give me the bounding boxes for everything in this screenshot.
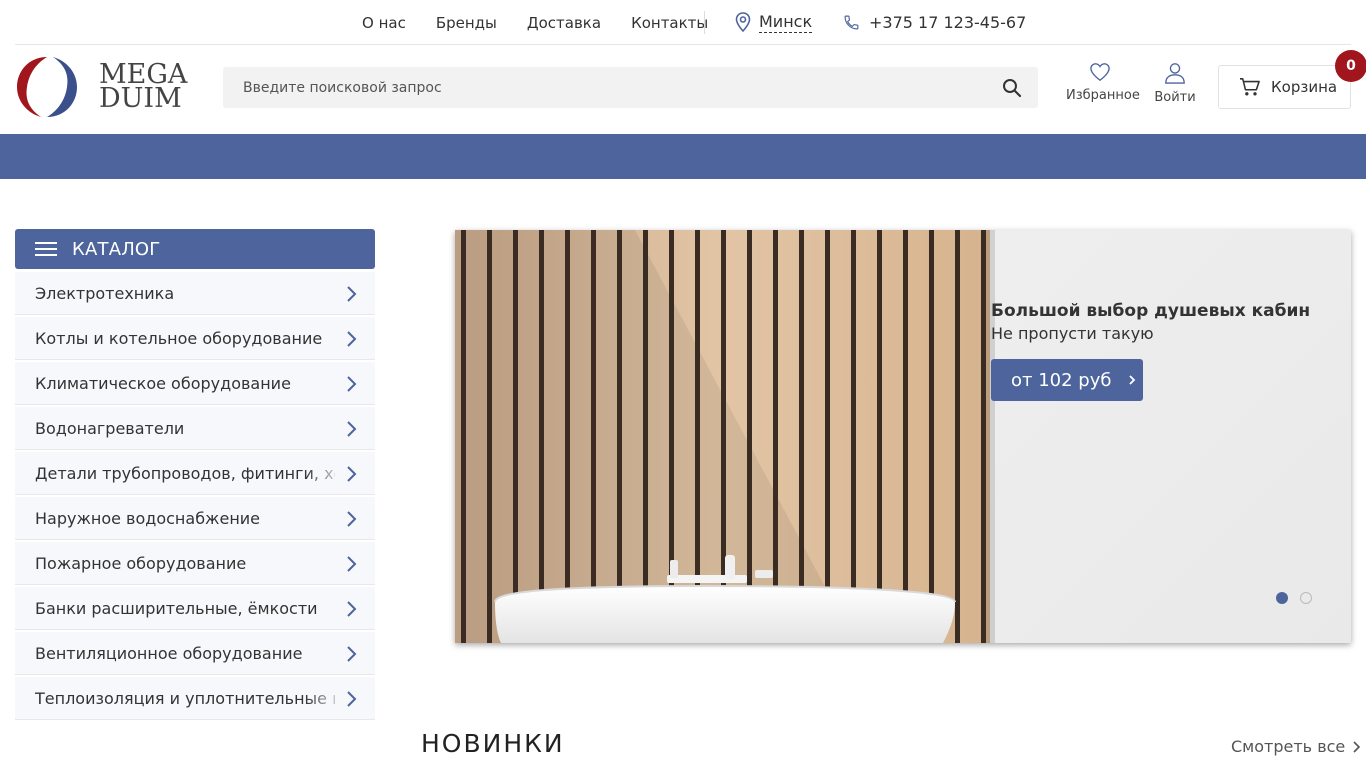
- banner-image: [455, 230, 995, 643]
- chevron-right-icon: [347, 466, 357, 482]
- chevron-right-icon: [347, 556, 357, 572]
- catalog-item-label: Водонагреватели: [35, 418, 185, 438]
- nav-link-contacts[interactable]: Контакты: [631, 14, 708, 32]
- section-title-new: НОВИНКИ: [421, 729, 565, 758]
- catalog-item-label: Банки расширительные, ёмкости: [35, 598, 318, 618]
- menu-icon: [35, 242, 57, 256]
- top-nav: О нас Бренды Доставка Контакты: [362, 0, 738, 45]
- slider-dot-1[interactable]: [1276, 592, 1288, 604]
- search-input[interactable]: [223, 67, 983, 108]
- catalog-item-label: Пожарное оборудование: [35, 553, 247, 573]
- site-logo[interactable]: MEGA DUIM: [15, 54, 195, 120]
- catalog-item-pipe-fittings[interactable]: Детали трубопроводов, фитинги, хомуты: [15, 452, 375, 495]
- banner-subtitle: Не пропусти такую: [991, 324, 1154, 343]
- cart-icon: [1240, 78, 1260, 96]
- chevron-right-icon: [347, 646, 357, 662]
- city-name[interactable]: Минск: [759, 12, 813, 33]
- catalog-title: КАТАЛОГ: [72, 238, 161, 260]
- logo-line-2: DUIM: [99, 83, 182, 114]
- catalog-list: Электротехника Котлы и котельное оборудо…: [15, 272, 375, 722]
- favorites-label: Избранное: [1066, 88, 1140, 103]
- divider: [704, 11, 705, 34]
- nav-link-delivery[interactable]: Доставка: [527, 14, 601, 32]
- catalog-item-label: Климатическое оборудование: [35, 373, 291, 393]
- phone-number[interactable]: +375 17 123-45-67: [869, 13, 1026, 32]
- heart-icon: [1090, 63, 1110, 82]
- search-icon[interactable]: [1002, 78, 1022, 98]
- cart-button[interactable]: Корзина: [1218, 65, 1351, 109]
- catalog-item-label: Теплоизоляция и уплотнительные материалы: [35, 688, 335, 708]
- catalog-item-ventilation[interactable]: Вентиляционное оборудование: [15, 632, 375, 675]
- cart-label: Корзина: [1271, 78, 1338, 96]
- chevron-right-icon: [347, 331, 357, 347]
- city-selector[interactable]: Минск: [735, 10, 813, 34]
- catalog-item-water-heaters[interactable]: Водонагреватели: [15, 407, 375, 450]
- logo-mark-icon: [17, 57, 77, 117]
- banner-title: Большой выбор душевых кабин: [991, 301, 1311, 321]
- chevron-right-icon: [347, 511, 357, 527]
- login-label: Войти: [1154, 90, 1196, 105]
- banner-cta-button[interactable]: от 102 руб: [991, 359, 1143, 401]
- nav-link-brands[interactable]: Бренды: [436, 14, 497, 32]
- chevron-right-icon: [347, 421, 357, 437]
- promo-banner[interactable]: Большой выбор душевых кабин Не пропусти …: [455, 230, 1351, 643]
- top-bar: О нас Бренды Доставка Контакты Минск +37…: [15, 0, 1351, 45]
- main-menu-bar: [0, 134, 1366, 179]
- user-icon: [1165, 63, 1185, 84]
- catalog-item-outdoor-water[interactable]: Наружное водоснабжение: [15, 497, 375, 540]
- catalog-item-boilers[interactable]: Котлы и котельное оборудование: [15, 317, 375, 360]
- text-fade: [305, 452, 345, 494]
- chevron-right-icon: [347, 286, 357, 302]
- chevron-right-icon: [347, 376, 357, 392]
- catalog-item-electrical[interactable]: Электротехника: [15, 272, 375, 315]
- chevron-right-icon: [347, 601, 357, 617]
- see-all-link[interactable]: Смотреть все: [1231, 737, 1363, 756]
- phone-link[interactable]: +375 17 123-45-67: [843, 10, 1026, 34]
- login-button[interactable]: Войти: [1150, 62, 1200, 105]
- catalog-item-label: Электротехника: [35, 283, 175, 303]
- catalog-item-label: Наружное водоснабжение: [35, 508, 261, 528]
- search-bar: [223, 67, 1038, 108]
- catalog-item-expansion-tanks[interactable]: Банки расширительные, ёмкости: [15, 587, 375, 630]
- catalog-header[interactable]: КАТАЛОГ: [15, 229, 375, 269]
- catalog-item-label: Детали трубопроводов, фитинги, хомуты: [35, 463, 335, 483]
- location-pin-icon: [735, 12, 751, 32]
- slider-dot-2[interactable]: [1300, 592, 1312, 604]
- cart-count-badge: 0: [1335, 50, 1366, 82]
- logo-wordmark: MEGA DUIM: [99, 61, 187, 114]
- catalog-item-label: Вентиляционное оборудование: [35, 643, 303, 663]
- catalog-item-insulation[interactable]: Теплоизоляция и уплотнительные материалы: [15, 677, 375, 720]
- chevron-right-icon: [1353, 740, 1361, 753]
- phone-icon: [844, 15, 859, 29]
- nav-link-about[interactable]: О нас: [362, 14, 406, 32]
- catalog-item-fire[interactable]: Пожарное оборудование: [15, 542, 375, 585]
- see-all-label: Смотреть все: [1231, 737, 1346, 756]
- favorites-button[interactable]: Избранное: [1066, 62, 1140, 103]
- banner-cta-label: от 102 руб: [1011, 369, 1112, 391]
- catalog-item-climate[interactable]: Климатическое оборудование: [15, 362, 375, 405]
- chevron-right-icon: [1129, 375, 1136, 385]
- chevron-right-icon: [347, 691, 357, 707]
- text-fade: [305, 677, 345, 719]
- catalog-item-label: Котлы и котельное оборудование: [35, 328, 323, 348]
